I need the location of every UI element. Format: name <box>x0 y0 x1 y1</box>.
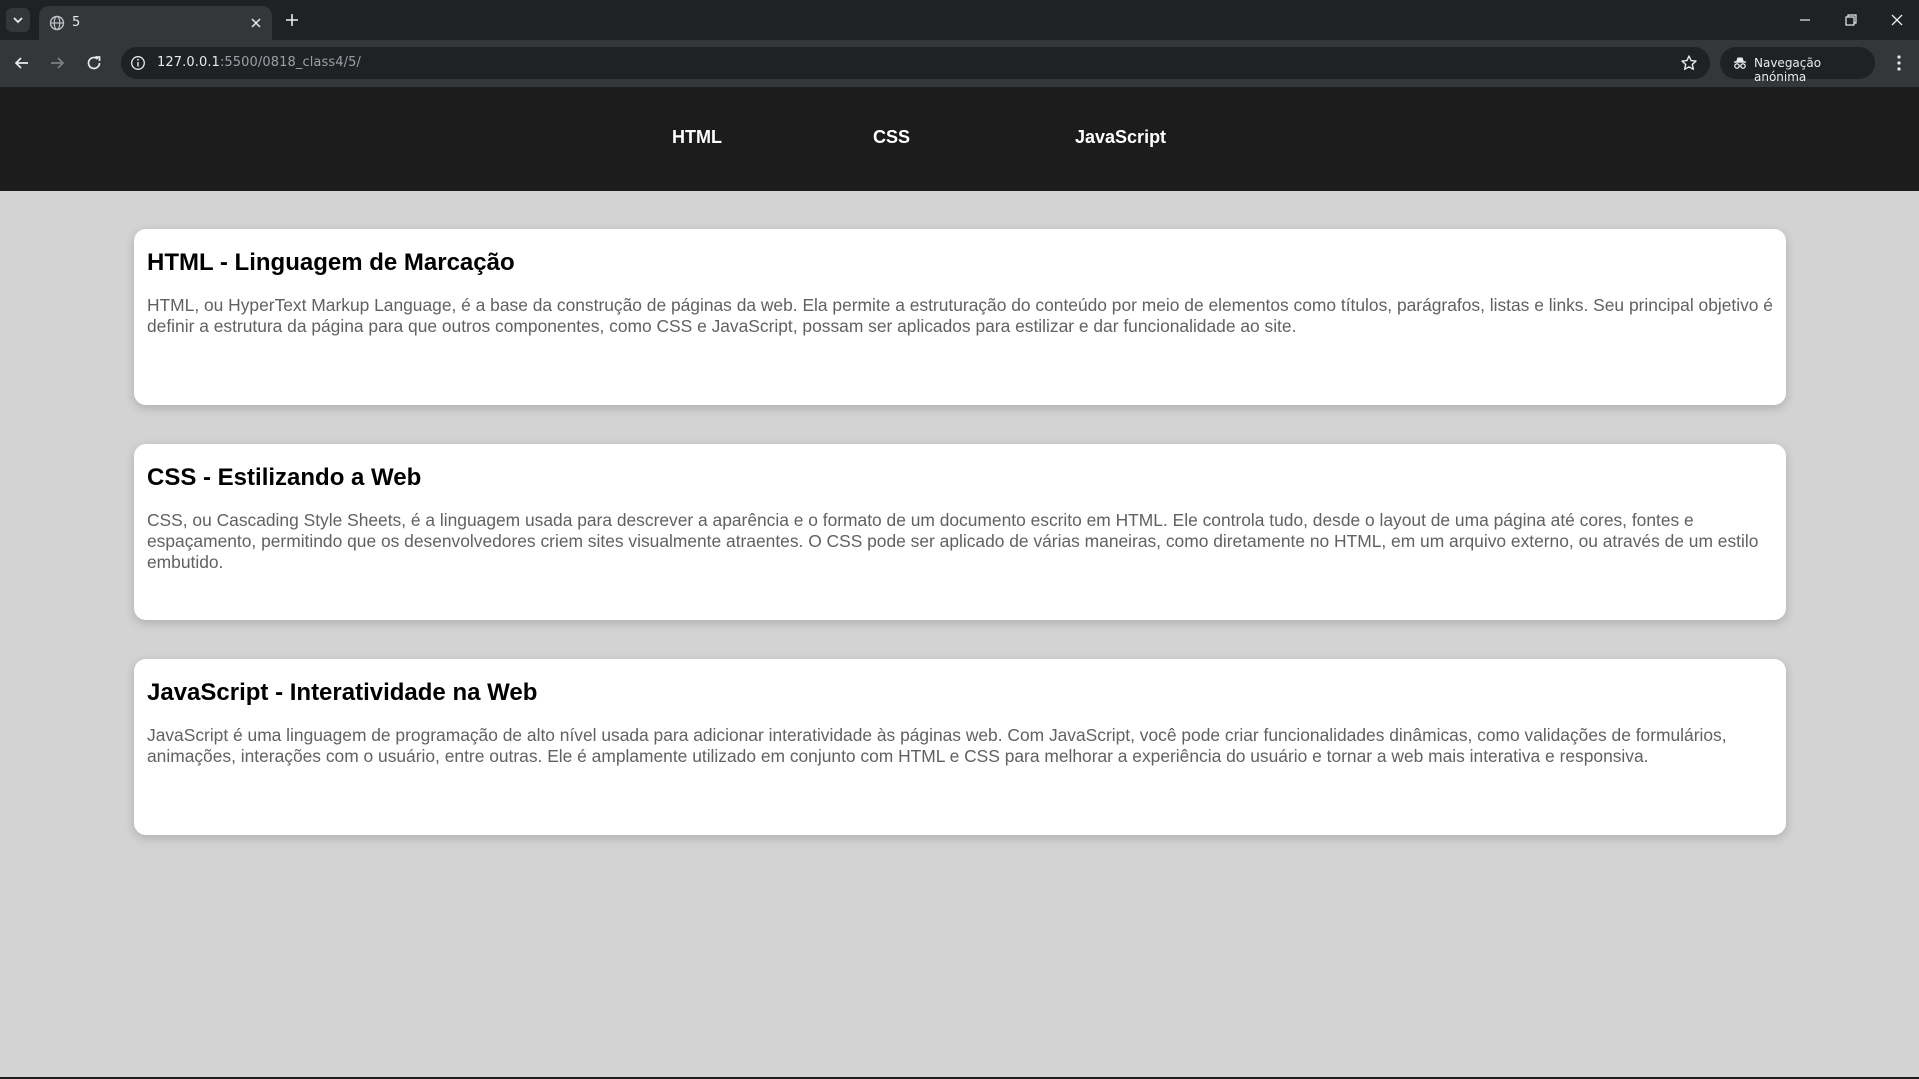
site-navbar: HTML CSS JavaScript <box>0 87 1919 191</box>
section-title: JavaScript - Interatividade na Web <box>147 679 538 706</box>
close-window-icon[interactable] <box>1887 10 1907 30</box>
section-text: HTML, ou HyperText Markup Language, é a … <box>147 295 1773 336</box>
reload-icon[interactable] <box>83 52 105 74</box>
kebab-menu-icon[interactable] <box>1888 52 1910 74</box>
close-icon[interactable] <box>248 15 264 31</box>
incognito-label: Navegação anónima <box>1754 56 1822 84</box>
nav-link-css[interactable]: CSS <box>873 127 910 148</box>
url-host: 127.0.0.1 <box>157 55 220 70</box>
browser-toolbar: 127.0.0.1:5500/0818_class4/5/ Navegação … <box>0 40 1919 87</box>
restore-icon[interactable] <box>1841 10 1861 30</box>
section-title: CSS - Estilizando a Web <box>147 464 422 491</box>
section-text: CSS, ou Cascading Style Sheets, é a ling… <box>147 510 1759 572</box>
nav-link-html[interactable]: HTML <box>672 127 722 148</box>
incognito-indicator[interactable]: Navegação anónima <box>1720 47 1875 84</box>
address-bar[interactable]: 127.0.0.1:5500/0818_class4/5/ <box>121 47 1710 79</box>
url-path: :5500/0818_class4/5/ <box>219 55 361 70</box>
bookmark-star-icon[interactable] <box>1680 54 1698 72</box>
chevron-down-icon <box>13 17 23 24</box>
url-text[interactable]: 127.0.0.1:5500/0818_class4/5/ <box>157 55 361 70</box>
globe-icon <box>49 15 65 31</box>
back-arrow-icon[interactable] <box>11 52 33 74</box>
section-title: HTML - Linguagem de Marcação <box>147 249 515 276</box>
minimize-icon[interactable] <box>1795 10 1815 30</box>
forward-arrow-icon[interactable] <box>46 52 68 74</box>
section-card-javascript: JavaScript - Interatividade na Web JavaS… <box>134 659 1786 835</box>
section-card-html: HTML - Linguagem de Marcação HTML, ou Hy… <box>134 229 1786 405</box>
incognito-icon <box>1734 57 1746 69</box>
nav-link-javascript[interactable]: JavaScript <box>1075 127 1166 148</box>
browser-tab-strip: 5 <box>0 0 1919 40</box>
browser-tab[interactable]: 5 <box>39 6 272 40</box>
section-card-css: CSS - Estilizando a Web CSS, ou Cascadin… <box>134 444 1786 620</box>
info-icon[interactable] <box>130 55 146 71</box>
tab-search-button[interactable] <box>6 8 30 32</box>
section-text: JavaScript é uma linguagem de programaçã… <box>147 725 1727 766</box>
tab-title: 5 <box>72 15 81 30</box>
new-tab-icon[interactable] <box>283 11 301 29</box>
